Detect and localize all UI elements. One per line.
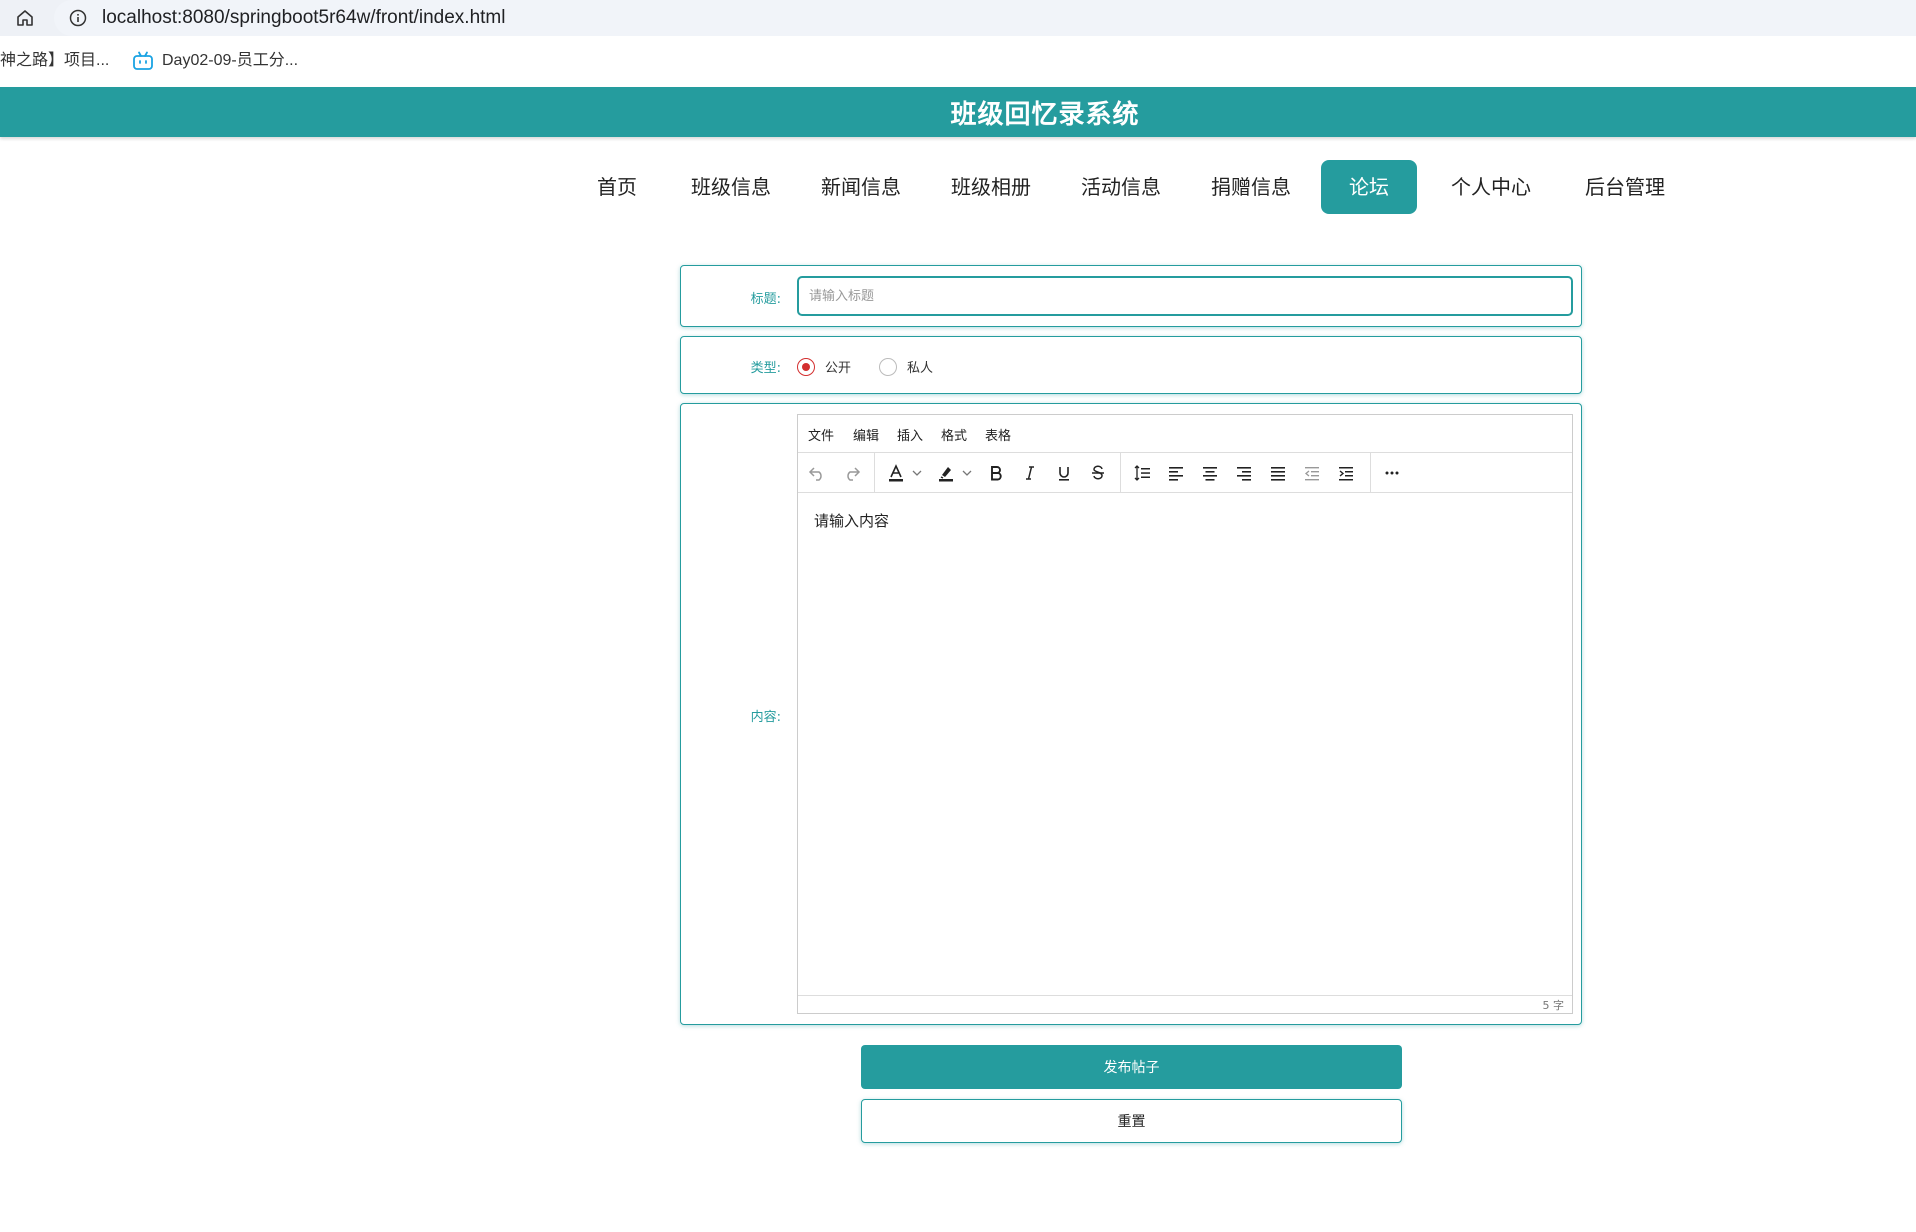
underline-icon[interactable] [1052, 461, 1076, 485]
editor-menubar: 文件 编辑 插入 格式 表格 [798, 415, 1572, 453]
strikethrough-icon[interactable] [1086, 461, 1110, 485]
title-form-row: 标题: [680, 265, 1582, 327]
redo-icon[interactable] [840, 461, 864, 485]
highlight-color-icon[interactable] [934, 461, 958, 485]
text-color-icon[interactable] [884, 461, 908, 485]
type-form-row: 类型: 公开 私人 [680, 336, 1582, 394]
bookmarks-bar: 神之路】项目... Day02-09-员工分... [0, 36, 1916, 86]
editor-statusbar: 5 字 [798, 995, 1572, 1013]
site-info-icon[interactable] [66, 6, 90, 30]
menu-file[interactable]: 文件 [808, 425, 834, 444]
menu-insert[interactable]: 插入 [897, 425, 923, 444]
radio-label: 公开 [825, 361, 852, 376]
indent-icon[interactable] [1334, 461, 1358, 485]
nav-item-activities[interactable]: 活动信息 [1072, 160, 1170, 214]
nav-item-class-info[interactable]: 班级信息 [682, 160, 780, 214]
bookmark-label: 神之路】项目... [0, 52, 110, 69]
italic-icon[interactable] [1018, 461, 1042, 485]
nav-item-profile[interactable]: 个人中心 [1442, 160, 1540, 214]
bold-icon[interactable] [984, 461, 1008, 485]
word-count: 5 字 [1542, 999, 1565, 1012]
chevron-down-icon[interactable] [910, 463, 924, 483]
radio-label: 私人 [907, 361, 934, 376]
editor-placeholder: 请输入内容 [814, 512, 890, 530]
radio-public[interactable]: 公开 [797, 357, 851, 376]
browser-address-bar: localhost:8080/springboot5r64w/front/ind… [0, 0, 1916, 36]
toolbar-separator [1120, 453, 1121, 493]
menu-format[interactable]: 格式 [941, 425, 967, 444]
bookmark-item[interactable]: Day02-09-员工分... [132, 50, 298, 72]
menu-table[interactable]: 表格 [985, 425, 1011, 444]
more-icon[interactable] [1380, 461, 1404, 485]
bookmark-item[interactable]: 神之路】项目... [0, 50, 109, 72]
nav-item-news[interactable]: 新闻信息 [812, 160, 910, 214]
site-title: 班级回忆录系统 [950, 99, 1140, 130]
align-right-icon[interactable] [1232, 461, 1256, 485]
line-height-icon[interactable] [1130, 461, 1154, 485]
type-label: 类型: [750, 361, 781, 376]
rich-text-editor: 文件 编辑 插入 格式 表格 请输入内容 5 字 [797, 414, 1573, 1014]
content-form-row: 内容: 文件 编辑 插入 格式 表格 请输入内容 5 字 [680, 403, 1582, 1025]
title-input[interactable] [797, 276, 1573, 316]
nav-item-home[interactable]: 首页 [586, 160, 648, 214]
site-header: 班级回忆录系统 [0, 87, 1916, 137]
nav-item-forum[interactable]: 论坛 [1321, 160, 1417, 214]
title-label: 标题: [750, 292, 781, 307]
undo-icon[interactable] [805, 461, 829, 485]
bilibili-tv-icon [132, 51, 154, 71]
chevron-down-icon[interactable] [960, 463, 974, 483]
nav-item-album[interactable]: 班级相册 [942, 160, 1040, 214]
editor-toolbar [798, 453, 1572, 493]
outdent-icon[interactable] [1300, 461, 1324, 485]
menu-edit[interactable]: 编辑 [853, 425, 879, 444]
nav-item-donations[interactable]: 捐赠信息 [1202, 160, 1300, 214]
radio-private[interactable]: 私人 [879, 357, 933, 376]
url-text: localhost:8080/springboot5r64w/front/ind… [102, 7, 506, 28]
reset-button[interactable]: 重置 [861, 1099, 1402, 1143]
radio-unchecked-icon [879, 357, 897, 376]
align-center-icon[interactable] [1198, 461, 1222, 485]
align-justify-icon[interactable] [1266, 461, 1290, 485]
align-left-icon[interactable] [1164, 461, 1188, 485]
radio-checked-icon [797, 357, 815, 376]
bookmark-label: Day02-09-员工分... [162, 52, 299, 69]
toolbar-separator [874, 453, 875, 493]
nav-item-admin[interactable]: 后台管理 [1576, 160, 1674, 214]
submit-post-button[interactable]: 发布帖子 [861, 1045, 1402, 1089]
editor-content-area[interactable]: 请输入内容 [798, 494, 1572, 996]
toolbar-separator [1370, 453, 1371, 493]
home-icon[interactable] [12, 5, 38, 31]
content-label: 内容: [750, 710, 781, 725]
